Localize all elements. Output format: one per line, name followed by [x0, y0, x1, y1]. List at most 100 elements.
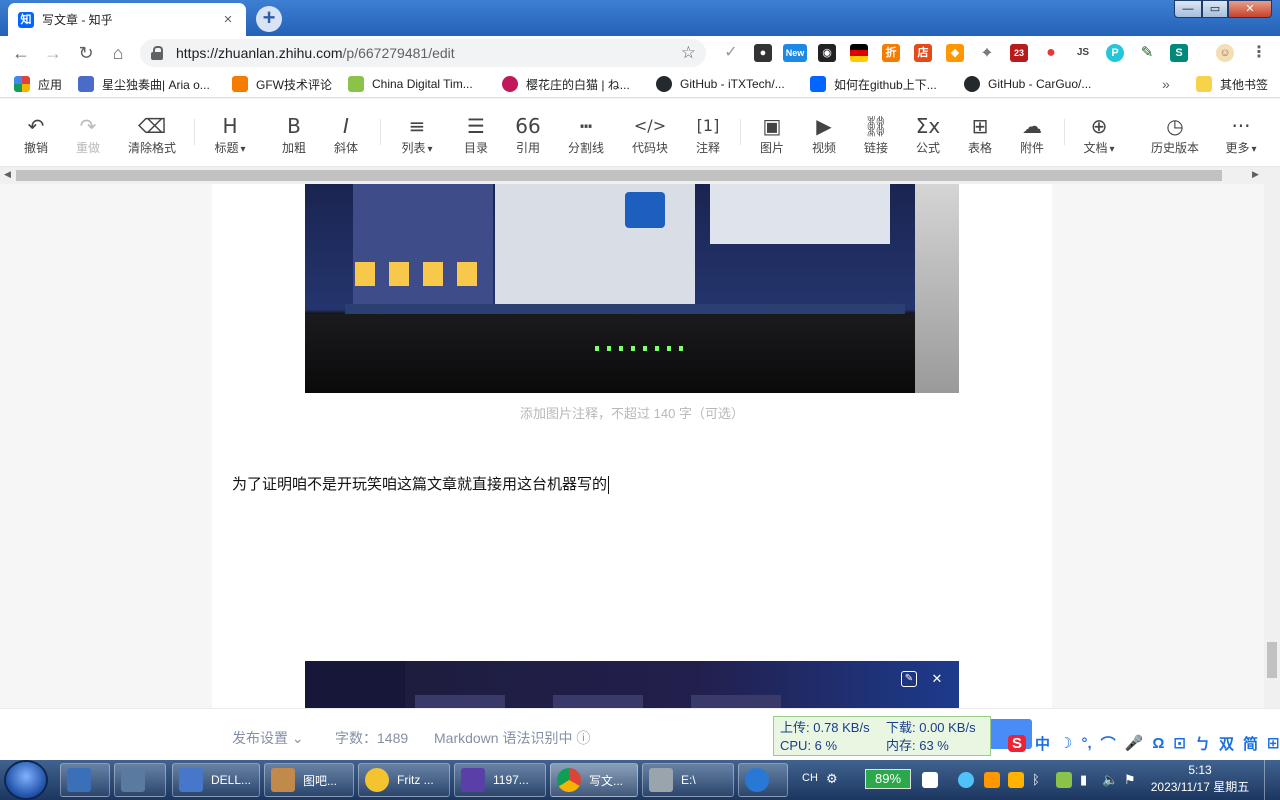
tab-close-icon[interactable]: × — [220, 11, 236, 28]
volume-icon[interactable]: 🔈 — [1102, 772, 1118, 788]
italic-button[interactable]: I 斜体 — [320, 113, 372, 156]
bookmark-item[interactable]: 星尘独奏曲| Aria o... — [78, 75, 210, 93]
ime-omega-icon[interactable]: Ω — [1152, 735, 1164, 752]
divider-button[interactable]: ┅ 分割线 — [560, 113, 612, 156]
show-desktop-button[interactable] — [1264, 760, 1280, 800]
footnote-button[interactable]: [1] 注释 — [682, 113, 734, 156]
check-extension-icon[interactable]: ✓ — [722, 44, 740, 62]
document-button[interactable]: ⊕ 文档 — [1072, 113, 1126, 156]
bookmark-item[interactable]: 如何在github上下... — [810, 75, 937, 93]
code-block-button[interactable]: </> 代码块 — [624, 113, 676, 156]
toolbox-screenshot-image[interactable]: ✎ ✕ — [305, 661, 959, 708]
image-caption-input[interactable]: 添加图片注释，不超过 140 字（可选） — [305, 403, 959, 422]
video-button[interactable]: ▶ 视频 — [798, 113, 850, 156]
ime-microphone-icon[interactable]: 🎤 — [1125, 734, 1144, 752]
bluetooth-icon[interactable]: ᛒ — [1032, 772, 1048, 788]
incognito-extension-icon[interactable]: ● — [754, 44, 772, 62]
horizontal-scrollbar[interactable]: ◀ ▶ — [0, 167, 1280, 184]
target-extension-icon[interactable]: ⌖ — [978, 44, 996, 62]
lock-icon[interactable] — [150, 46, 164, 60]
window-minimize-button[interactable]: — — [1174, 0, 1202, 18]
shield-icon[interactable] — [1008, 772, 1024, 788]
close-image-icon[interactable]: ✕ — [929, 671, 945, 687]
ime-punctuation-icon[interactable]: °, — [1081, 735, 1091, 752]
start-button[interactable] — [6, 762, 46, 798]
js-extension-icon[interactable]: JS — [1074, 44, 1092, 62]
taskbar-dell[interactable]: DELL... — [172, 763, 260, 797]
bookmark-item[interactable]: GitHub - CarGuo/... — [964, 75, 1091, 93]
taskbar-chrome[interactable]: 写文... — [550, 763, 638, 797]
publish-settings-button[interactable]: 发布设置 ⌄ — [232, 728, 304, 748]
bookmark-apps[interactable]: 应用 — [14, 75, 62, 93]
formula-button[interactable]: Σx 公式 — [902, 113, 954, 156]
flag-icon[interactable]: ⚑ — [1124, 772, 1140, 788]
taskbar-explorer[interactable]: E:\ — [642, 763, 734, 797]
scroll-right-icon[interactable]: ▶ — [1252, 169, 1259, 180]
tab-write-article[interactable]: 知 写文章 - 知乎 × — [8, 3, 246, 36]
redo-button[interactable]: ↷ 重做 — [62, 113, 114, 156]
shield-icon[interactable] — [984, 772, 1000, 788]
table-button[interactable]: ⊞ 表格 — [954, 113, 1006, 156]
pencil-extension-icon[interactable]: ✎ — [1138, 44, 1156, 62]
orange-extension-icon[interactable]: ◆ — [946, 44, 964, 62]
heading-button[interactable]: H 标题 — [204, 113, 256, 156]
bookmark-item[interactable]: GFW技术评论 — [232, 75, 332, 93]
ime-grid-icon[interactable]: ⊞ — [1267, 734, 1280, 752]
zhe-extension-icon[interactable]: 折 — [882, 44, 900, 62]
german-flag-icon[interactable] — [850, 44, 868, 62]
taskbar-cpuz[interactable]: 1197... — [454, 763, 546, 797]
new-tab-button[interactable]: + — [256, 6, 282, 32]
usb-icon[interactable] — [1056, 772, 1072, 788]
quote-button[interactable]: 66 引用 — [502, 113, 554, 156]
address-bar[interactable]: https://zhuanlan.zhihu.com/p/667279481/e… — [140, 39, 706, 67]
bookmark-star-icon[interactable]: ☆ — [681, 43, 696, 63]
ime-bopomofo-icon[interactable]: ㄅ — [1195, 733, 1210, 754]
taskbar-app[interactable] — [738, 763, 788, 797]
p-extension-icon[interactable]: P — [1106, 44, 1124, 62]
taskbar-fritz[interactable]: Fritz ... — [358, 763, 450, 797]
bookmarks-overflow-button[interactable]: » — [1162, 75, 1170, 93]
image-button[interactable]: ▣ 图片 — [746, 113, 798, 156]
undo-button[interactable]: ↶ 撤销 — [10, 113, 62, 156]
forward-button[interactable]: → — [40, 41, 66, 65]
more-button[interactable]: ··· 更多 — [1216, 113, 1266, 156]
ime-keyboard-icon[interactable]: ⊡ — [1173, 734, 1186, 752]
ublock-extension-icon[interactable]: 23 — [1010, 44, 1028, 62]
battery-indicator[interactable]: 89% — [865, 769, 911, 789]
link-button[interactable]: ⛓ 链接 — [850, 113, 902, 156]
ime-moon-icon[interactable]: ☽ — [1059, 734, 1072, 752]
reload-button[interactable]: ↻ — [73, 41, 99, 65]
ime-chinese-mode[interactable]: 中 — [1035, 733, 1050, 754]
vertical-scrollbar[interactable] — [1264, 184, 1280, 708]
home-button[interactable]: ⌂ — [105, 41, 131, 65]
other-bookmarks[interactable]: 其他书签 — [1196, 75, 1268, 93]
toc-button[interactable]: ☰ 目录 — [450, 113, 502, 156]
sogou-tray-icon[interactable]: ⚙ — [826, 771, 838, 787]
sogou-logo-icon[interactable]: S — [1008, 734, 1027, 752]
signal-icon[interactable]: ▮ — [1080, 772, 1096, 788]
tray-network-icon[interactable] — [958, 772, 974, 788]
language-indicator[interactable]: CH — [802, 772, 818, 784]
url-text[interactable]: https://zhuanlan.zhihu.com/p/667279481/e… — [176, 45, 681, 61]
article-paragraph[interactable]: 为了证明咱不是开玩笑咱这篇文章就直接用这台机器写的 — [232, 473, 610, 495]
list-button[interactable]: ≡ 列表 — [388, 113, 446, 156]
ime-double-pinyin[interactable]: 双 — [1219, 733, 1234, 754]
chrome-menu-icon[interactable]: ⋮ — [1250, 44, 1268, 62]
bold-button[interactable]: B 加粗 — [268, 113, 320, 156]
taskbar-clock[interactable]: 5:13 2023/11/17 星期五 — [1150, 762, 1250, 796]
clear-format-button[interactable]: ⌫ 清除格式 — [122, 113, 182, 156]
bookmark-item[interactable]: GitHub - iTXTech/... — [656, 75, 785, 93]
tampermonkey-icon[interactable]: ◉ — [818, 44, 836, 62]
taskbar-app[interactable] — [114, 763, 166, 797]
bookmark-item[interactable]: 樱花庄的白猫 | ね... — [502, 75, 630, 93]
window-close-button[interactable]: ✕ — [1228, 0, 1272, 18]
ime-symbol-icon[interactable]: ⌒ — [1101, 733, 1116, 754]
history-button[interactable]: ◷ 历史版本 — [1144, 113, 1206, 156]
vertical-scroll-thumb[interactable] — [1267, 642, 1277, 678]
taskbar-show-desktop[interactable] — [60, 763, 110, 797]
profile-avatar[interactable]: ☺ — [1216, 44, 1234, 62]
s-extension-icon[interactable]: S — [1170, 44, 1188, 62]
new-extension-icon[interactable]: New — [783, 44, 807, 62]
sogou-ime-toolbar[interactable]: S 中 ☽ °, ⌒ 🎤 Ω ⊡ ㄅ 双 简 ⊞ — [1008, 728, 1280, 758]
red-pin-extension-icon[interactable]: ● — [1042, 44, 1060, 62]
